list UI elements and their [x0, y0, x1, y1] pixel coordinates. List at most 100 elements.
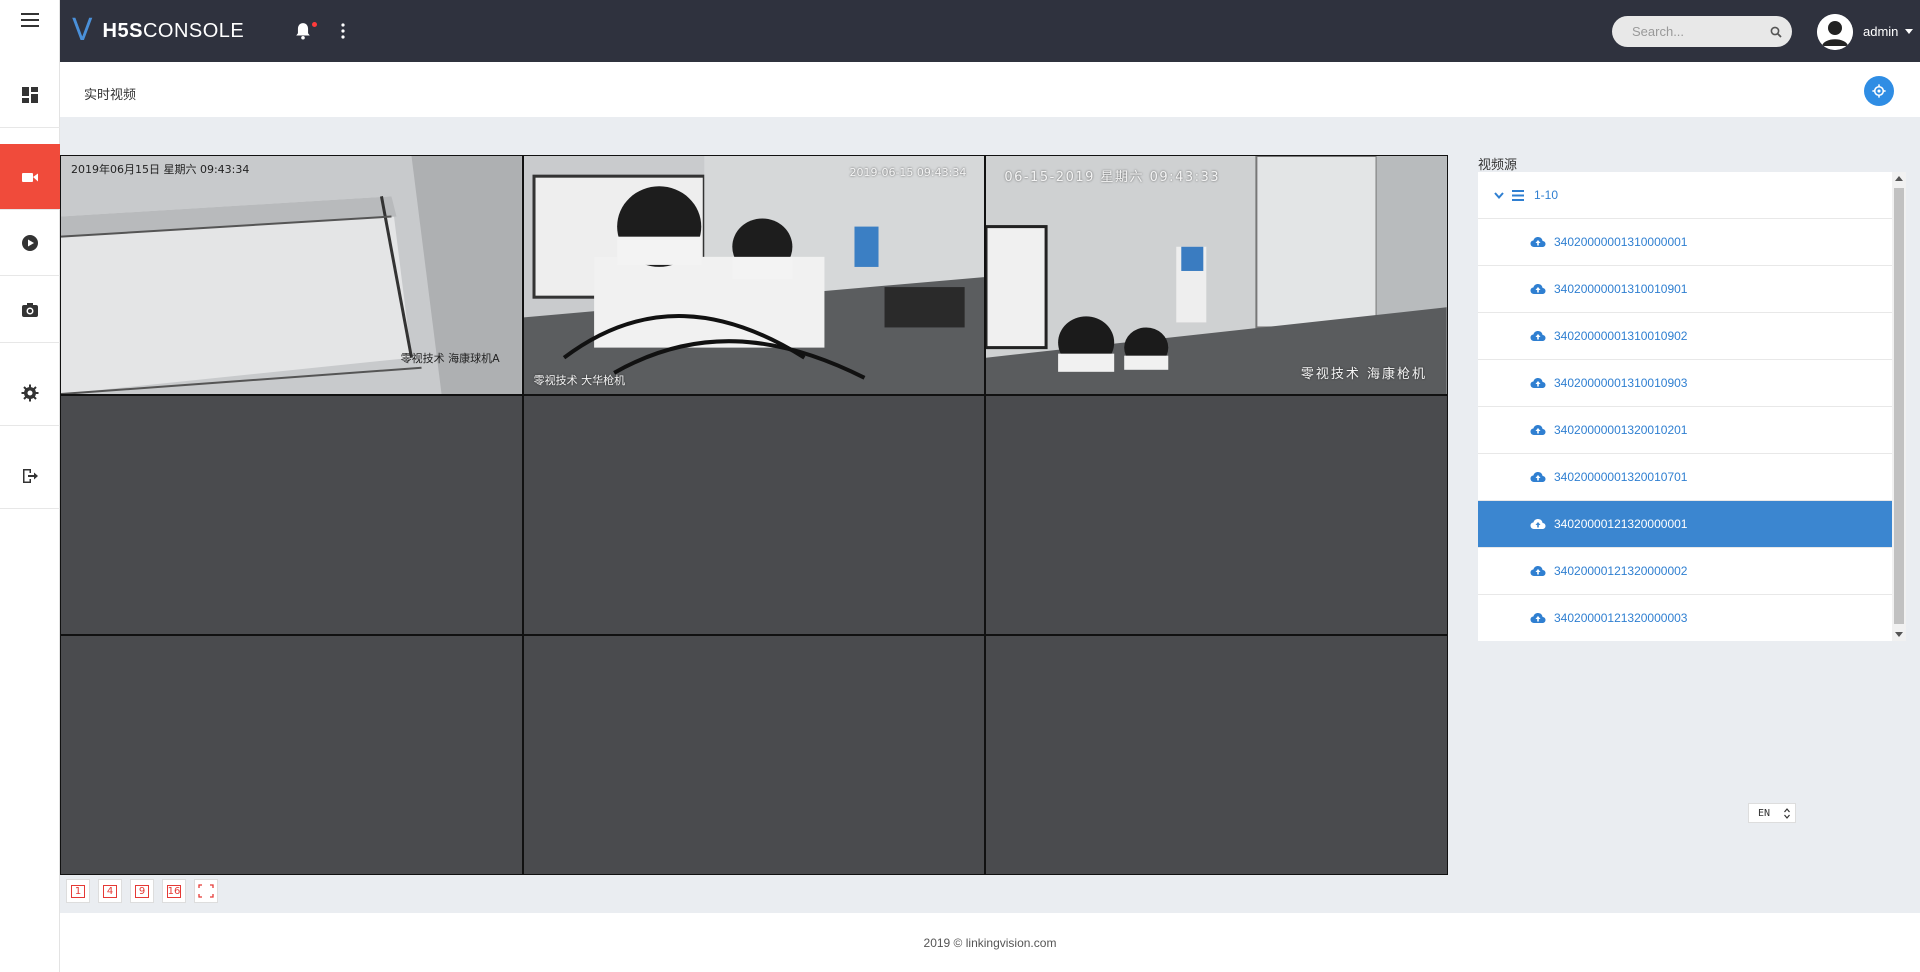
video-cell-3[interactable]: 06-15-2019 星期六 09:43:33 零视技术 海康枪机	[986, 156, 1447, 394]
language-select[interactable]: EN	[1748, 803, 1796, 823]
sidebar-item-live-video[interactable]	[0, 144, 60, 210]
sidebar-item-snapshot[interactable]	[0, 277, 60, 343]
play-circle-icon	[22, 234, 38, 251]
cloud-upload-icon	[1530, 331, 1546, 341]
logo-text: H5SCONSOLE	[102, 19, 245, 42]
video-osd-timestamp: 06-15-2019 星期六 09:43:33	[1004, 170, 1221, 185]
sidebar-item-settings[interactable]	[0, 360, 60, 426]
list-icon	[1512, 189, 1524, 201]
video-camera-icon	[22, 172, 38, 182]
sidebar	[0, 0, 60, 972]
video-source-tree: 1-10 34020000001310000001 340200000013100…	[1478, 172, 1906, 641]
avatar[interactable]	[1817, 14, 1853, 50]
source-list-item[interactable]: 34020000001320010201	[1478, 407, 1906, 454]
source-list-item[interactable]: 34020000001310010901	[1478, 266, 1906, 313]
search-icon[interactable]	[1770, 26, 1782, 38]
sidebar-item-playback[interactable]	[0, 210, 60, 276]
fullscreen-button[interactable]	[194, 879, 218, 903]
video-cell-7[interactable]	[61, 636, 522, 874]
select-arrows-icon	[1784, 808, 1790, 819]
sidebar-item-dashboard[interactable]	[0, 62, 60, 128]
scroll-thumb[interactable]	[1894, 188, 1904, 624]
video-feed-office-desk	[523, 156, 985, 394]
source-item-label: 34020000001310000001	[1554, 235, 1688, 249]
page-title: 实时视频	[84, 87, 137, 102]
source-item-label: 34020000121320000003	[1554, 611, 1688, 625]
video-grid: 2019年06月15日 星期六 09:43:34 零视技术 海康球机A 2019…	[60, 155, 1448, 875]
source-panel-title: 视频源	[1478, 157, 1518, 172]
tree-node-root[interactable]: 1-10	[1478, 172, 1906, 219]
grid-layout-bar: 1 4 9 16	[60, 875, 218, 907]
layout-9-label: 9	[135, 884, 149, 898]
layout-9-button[interactable]: 9	[130, 879, 154, 903]
logo-mark: V	[72, 13, 93, 48]
logout-icon	[23, 468, 38, 483]
video-cell-1[interactable]: 2019年06月15日 星期六 09:43:34 零视技术 海康球机A	[61, 156, 522, 394]
gear-icon	[1872, 84, 1886, 98]
cloud-upload-icon	[1530, 613, 1546, 623]
hamburger-icon	[21, 13, 39, 27]
layout-16-label: 16	[166, 884, 182, 898]
video-osd-timestamp: 2019-06-15 09:43:34	[849, 166, 967, 179]
video-cell-6[interactable]	[986, 396, 1447, 634]
app-logo[interactable]: V H5SCONSOLE	[72, 16, 244, 46]
source-item-label: 34020000001320010701	[1554, 470, 1688, 484]
search-input[interactable]	[1632, 24, 1762, 39]
source-list-item[interactable]: 34020000001310010903	[1478, 360, 1906, 407]
video-osd-timestamp: 2019年06月15日 星期六 09:43:34	[71, 163, 250, 176]
source-item-label: 34020000121320000001	[1554, 517, 1688, 531]
cloud-upload-icon	[1530, 472, 1546, 482]
layout-4-label: 4	[103, 884, 117, 898]
settings-button[interactable]	[1864, 76, 1894, 106]
video-osd-camera-name: 零视技术 海康枪机	[1300, 367, 1427, 382]
footer: 2019 © linkingvision.com	[60, 913, 1920, 972]
video-cell-2[interactable]: 2019-06-15 09:43:34 零视技术 大华枪机	[523, 156, 985, 394]
sidebar-item-logout[interactable]	[0, 443, 60, 509]
video-cell-8[interactable]	[523, 636, 985, 874]
video-cell-4[interactable]	[61, 396, 522, 634]
cloud-upload-icon	[1530, 425, 1546, 435]
bell-icon[interactable]	[294, 22, 312, 40]
video-cell-9[interactable]	[986, 636, 1447, 874]
source-list-item[interactable]: 34020000001310000001	[1478, 219, 1906, 266]
scroll-up-arrow[interactable]	[1895, 176, 1903, 181]
layout-4-button[interactable]: 4	[98, 879, 122, 903]
source-item-label: 34020000001310010901	[1554, 282, 1688, 296]
user-avatar-icon	[1817, 14, 1853, 50]
source-list-item[interactable]: 34020000001320010701	[1478, 454, 1906, 501]
layout-1-button[interactable]: 1	[66, 879, 90, 903]
menu-toggle-button[interactable]	[0, 0, 60, 40]
source-list-item[interactable]: 34020000121320000003	[1478, 595, 1906, 641]
source-item-label: 34020000001320010201	[1554, 423, 1688, 437]
scroll-down-arrow[interactable]	[1895, 632, 1903, 637]
layout-1-label: 1	[71, 884, 85, 898]
source-item-label: 34020000001310010903	[1554, 376, 1688, 390]
language-value: EN	[1758, 807, 1771, 819]
video-feed-office-door	[986, 156, 1447, 394]
video-cell-5[interactable]	[523, 396, 985, 634]
search-box	[1612, 16, 1792, 47]
tree-root-label: 1-10	[1534, 188, 1559, 202]
cloud-upload-icon	[1530, 566, 1546, 576]
video-osd-camera-name: 零视技术 大华枪机	[533, 374, 626, 387]
top-header: V H5SCONSOLE admin	[60, 0, 1920, 62]
chevron-down-icon[interactable]	[1905, 29, 1913, 34]
source-list-item[interactable]: 34020000001310010902	[1478, 313, 1906, 360]
video-osd-camera-name: 零视技术 海康球机A	[400, 352, 500, 365]
source-scrollbar[interactable]	[1892, 172, 1906, 641]
page-title-bar: 实时视频	[60, 62, 1920, 117]
user-name[interactable]: admin	[1863, 24, 1898, 39]
chevron-down-icon	[1494, 192, 1504, 200]
cloud-upload-icon	[1530, 284, 1546, 294]
cloud-upload-icon	[1530, 378, 1546, 388]
source-list-item[interactable]: 34020000121320000002	[1478, 548, 1906, 595]
fullscreen-icon	[198, 884, 214, 898]
source-item-label: 34020000001310010902	[1554, 329, 1688, 343]
camera-icon	[22, 302, 38, 317]
gear-icon	[21, 384, 39, 401]
notification-badge	[312, 22, 317, 27]
more-vertical-icon[interactable]	[340, 22, 346, 40]
source-item-label: 34020000121320000002	[1554, 564, 1688, 578]
layout-16-button[interactable]: 16	[162, 879, 186, 903]
source-list-item[interactable]: 34020000121320000001	[1478, 501, 1906, 548]
